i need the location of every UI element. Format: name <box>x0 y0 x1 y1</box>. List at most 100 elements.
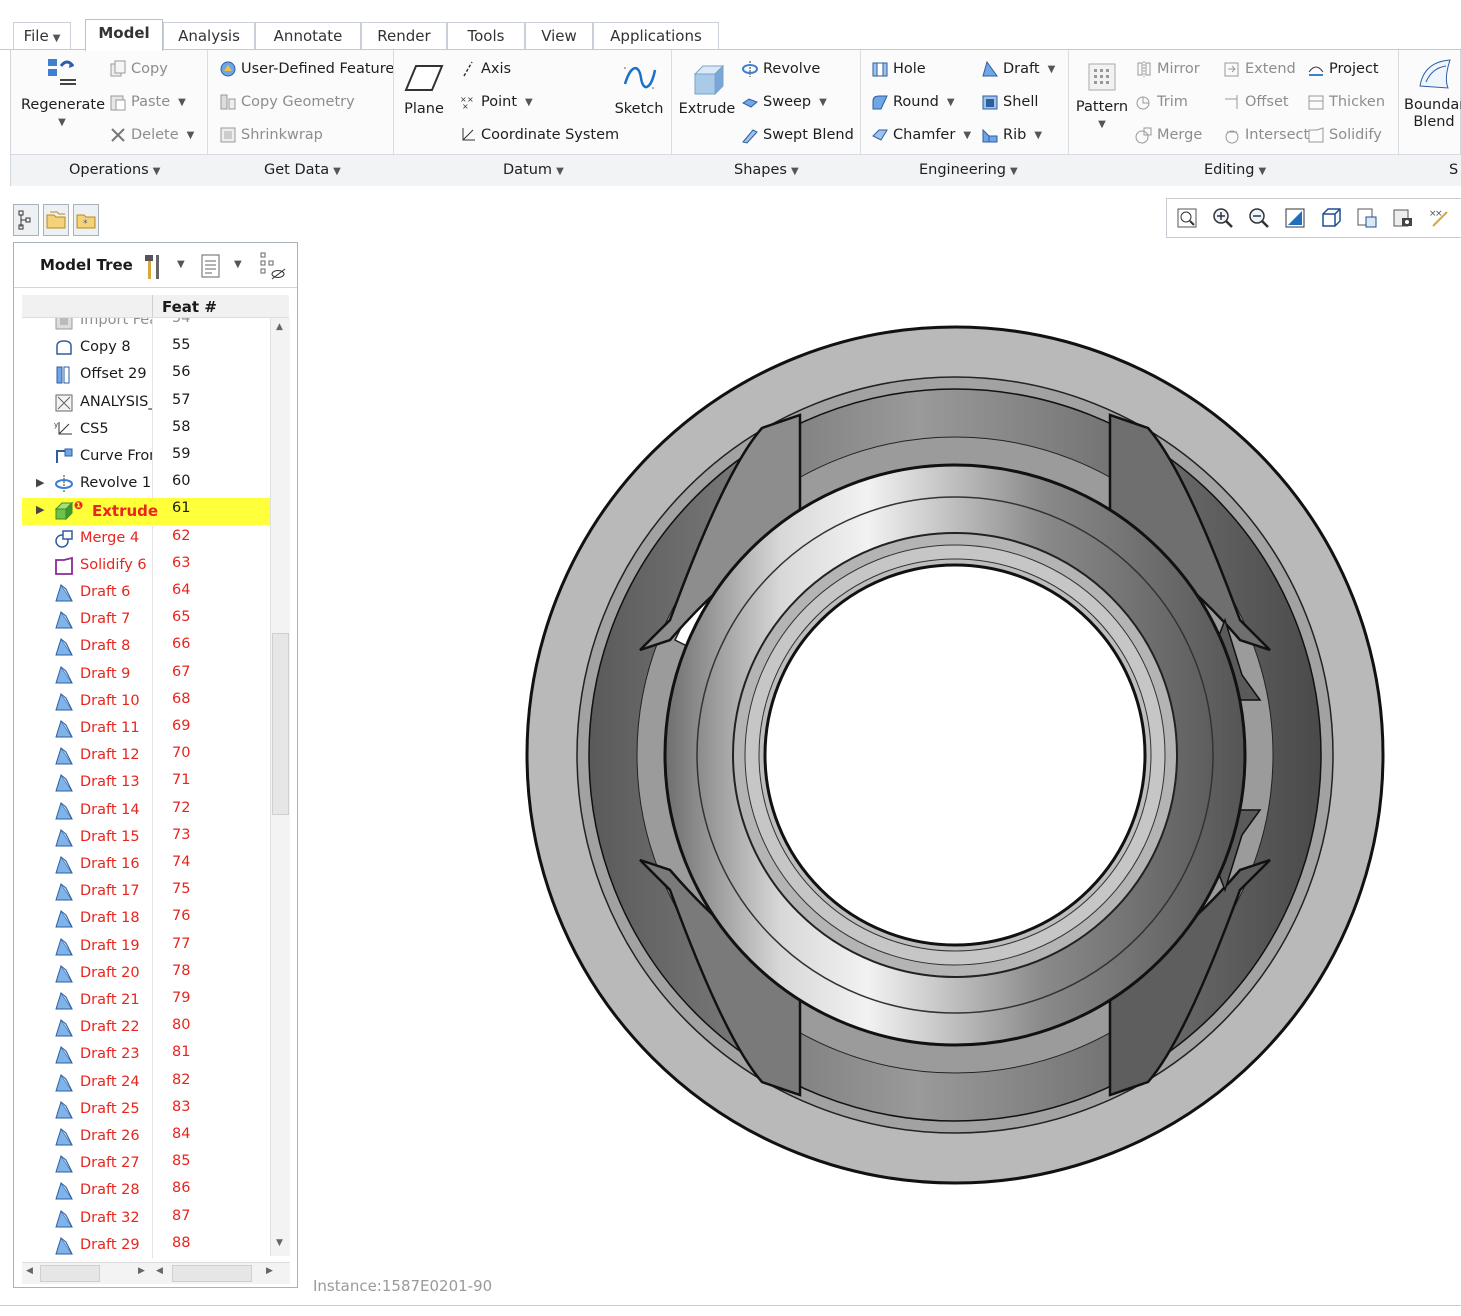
horizontal-thumb-right[interactable] <box>172 1265 252 1282</box>
solidify-button[interactable]: Solidify <box>1307 126 1382 144</box>
trim-button[interactable]: Trim <box>1135 93 1188 111</box>
tree-row[interactable]: ANALYSIS_ 57 <box>22 390 278 417</box>
mirror-button[interactable]: Mirror <box>1135 60 1200 78</box>
show-hide-icon[interactable] <box>258 251 288 281</box>
axis-button[interactable]: Axis <box>459 60 511 78</box>
tools-dropdown-icon[interactable]: ▼ <box>177 259 185 270</box>
tree-row[interactable]: Draft 24 82 <box>22 1070 278 1097</box>
pattern-button[interactable]: Pattern ▼ <box>1074 60 1130 133</box>
tree-row[interactable]: Draft 14 72 <box>22 798 278 825</box>
tree-row[interactable]: Draft 26 84 <box>22 1124 278 1151</box>
tree-row[interactable]: Draft 23 81 <box>22 1042 278 1069</box>
tree-row[interactable]: Copy 8 55 <box>22 335 278 362</box>
tree-row[interactable]: Offset 29 56 <box>22 362 278 389</box>
tree-row[interactable]: Draft 25 83 <box>22 1097 278 1124</box>
scrollbar-thumb[interactable] <box>272 633 289 815</box>
tree-row[interactable]: Draft 17 75 <box>22 879 278 906</box>
model-viewport-graphic[interactable] <box>500 320 1410 1200</box>
project-button[interactable]: Project <box>1307 60 1379 78</box>
tree-row[interactable]: ▶ ❶ Extrude 61 <box>22 498 278 526</box>
paste-button[interactable]: Paste ▼ <box>109 93 186 111</box>
expand-arrow-icon[interactable]: ▶ <box>36 503 44 516</box>
regenerate-button[interactable]: Regenerate ▼ <box>21 56 105 131</box>
plane-button[interactable]: Plane <box>397 60 451 118</box>
tree-row[interactable]: Draft 8 66 <box>22 634 278 661</box>
copy-button[interactable]: Copy <box>109 60 168 78</box>
model-tree-vertical-scrollbar[interactable]: ▲ ▼ <box>270 318 290 1256</box>
tree-row[interactable]: Draft 19 77 <box>22 934 278 961</box>
coordinate-system-button[interactable]: Coordinate System <box>459 126 619 144</box>
group-editing[interactable]: Editing ▼ <box>1204 162 1266 178</box>
tree-row[interactable]: Draft 21 79 <box>22 988 278 1015</box>
group-surfaces[interactable]: S <box>1449 162 1458 178</box>
center-bore[interactable] <box>763 563 1147 947</box>
scroll-right-icon-2[interactable]: ▶ <box>266 1266 273 1276</box>
tab-file[interactable]: File ▼ <box>13 22 71 50</box>
shell-button[interactable]: Shell <box>981 93 1038 111</box>
round-button[interactable]: Round ▼ <box>871 93 955 111</box>
zoom-in-button[interactable] <box>1206 202 1240 234</box>
feat-number-column[interactable]: Feat # <box>162 298 217 316</box>
settings-icon[interactable] <box>200 253 222 279</box>
tree-row[interactable]: ▶ Revolve 17 60 <box>22 471 278 498</box>
tools-icon[interactable] <box>142 251 166 281</box>
settings-dropdown-icon[interactable]: ▼ <box>234 259 242 270</box>
sweep-button[interactable]: Sweep ▼ <box>741 93 827 111</box>
point-button[interactable]: × × × Point ▼ <box>459 93 533 111</box>
tab-applications[interactable]: Applications <box>593 22 719 50</box>
revolve-button[interactable]: Revolve <box>741 60 820 78</box>
datum-display-button[interactable]: × × <box>1422 202 1456 234</box>
chamfer-button[interactable]: Chamfer ▼ <box>871 126 971 144</box>
horizontal-thumb-left[interactable] <box>40 1265 100 1282</box>
tree-row[interactable]: Merge 4 62 <box>22 526 278 553</box>
tree-row[interactable]: Import Feat 54 <box>22 318 278 335</box>
expand-arrow-icon[interactable]: ▶ <box>36 476 44 489</box>
udf-button[interactable]: User-Defined Feature <box>219 60 394 78</box>
copy-geometry-button[interactable]: Copy Geometry <box>219 93 355 111</box>
sketch-button[interactable]: Sketch <box>611 60 667 118</box>
model-tree-horizontal-scrollbar[interactable]: ◀ ▶ ◀ ▶ <box>22 1262 290 1284</box>
tree-row[interactable]: Solidify 6 63 <box>22 553 278 580</box>
boundary-blend-button[interactable]: Boundar Blend <box>1404 56 1461 131</box>
tree-row[interactable]: Draft 12 70 <box>22 743 278 770</box>
scroll-left-icon[interactable]: ◀ <box>26 1266 33 1276</box>
intersect-button[interactable]: Intersect <box>1223 126 1309 144</box>
extend-button[interactable]: Extend <box>1223 60 1296 78</box>
display-style-button[interactable] <box>1386 202 1420 234</box>
scroll-down-icon[interactable]: ▼ <box>276 1238 283 1248</box>
tree-row[interactable]: Draft 13 71 <box>22 770 278 797</box>
extrude-button[interactable]: Extrude <box>677 60 737 118</box>
offset-button[interactable]: Offset <box>1223 93 1289 111</box>
tab-analysis[interactable]: Analysis <box>163 22 255 50</box>
tree-row[interactable]: Draft 22 80 <box>22 1015 278 1042</box>
tree-row[interactable]: Draft 7 65 <box>22 607 278 634</box>
scroll-up-icon[interactable]: ▲ <box>276 322 283 332</box>
tree-row[interactable]: Draft 15 73 <box>22 825 278 852</box>
saved-orientations-button[interactable] <box>1314 202 1348 234</box>
tree-row[interactable]: Draft 9 67 <box>22 662 278 689</box>
tree-row[interactable]: y CS5 58 <box>22 417 278 444</box>
tab-model[interactable]: Model <box>85 19 163 51</box>
view-manager-button[interactable] <box>1350 202 1384 234</box>
swept-blend-button[interactable]: Swept Blend <box>741 126 854 144</box>
tree-row[interactable]: Draft 29 88 <box>22 1233 278 1258</box>
group-engineering[interactable]: Engineering ▼ <box>919 162 1018 178</box>
repaint-button[interactable] <box>1278 202 1312 234</box>
tree-row[interactable]: Draft 18 76 <box>22 906 278 933</box>
group-get-data[interactable]: Get Data ▼ <box>264 162 341 178</box>
hole-button[interactable]: Hole <box>871 60 926 78</box>
tree-row[interactable]: Draft 27 85 <box>22 1151 278 1178</box>
tab-annotate[interactable]: Annotate <box>255 22 361 50</box>
draft-button[interactable]: Draft ▼ <box>981 60 1055 78</box>
scroll-right-icon[interactable]: ▶ <box>138 1266 145 1276</box>
refit-button[interactable] <box>1170 202 1204 234</box>
tree-row[interactable]: Draft 6 64 <box>22 580 278 607</box>
folder-browser-tab[interactable] <box>43 204 69 236</box>
group-datum[interactable]: Datum ▼ <box>503 162 564 178</box>
tree-row[interactable]: Draft 20 78 <box>22 961 278 988</box>
tree-row[interactable]: Draft 16 74 <box>22 852 278 879</box>
zoom-out-button[interactable] <box>1242 202 1276 234</box>
tab-view[interactable]: View <box>525 22 593 50</box>
rib-button[interactable]: Rib ▼ <box>981 126 1042 144</box>
group-operations[interactable]: Operations ▼ <box>69 162 160 178</box>
